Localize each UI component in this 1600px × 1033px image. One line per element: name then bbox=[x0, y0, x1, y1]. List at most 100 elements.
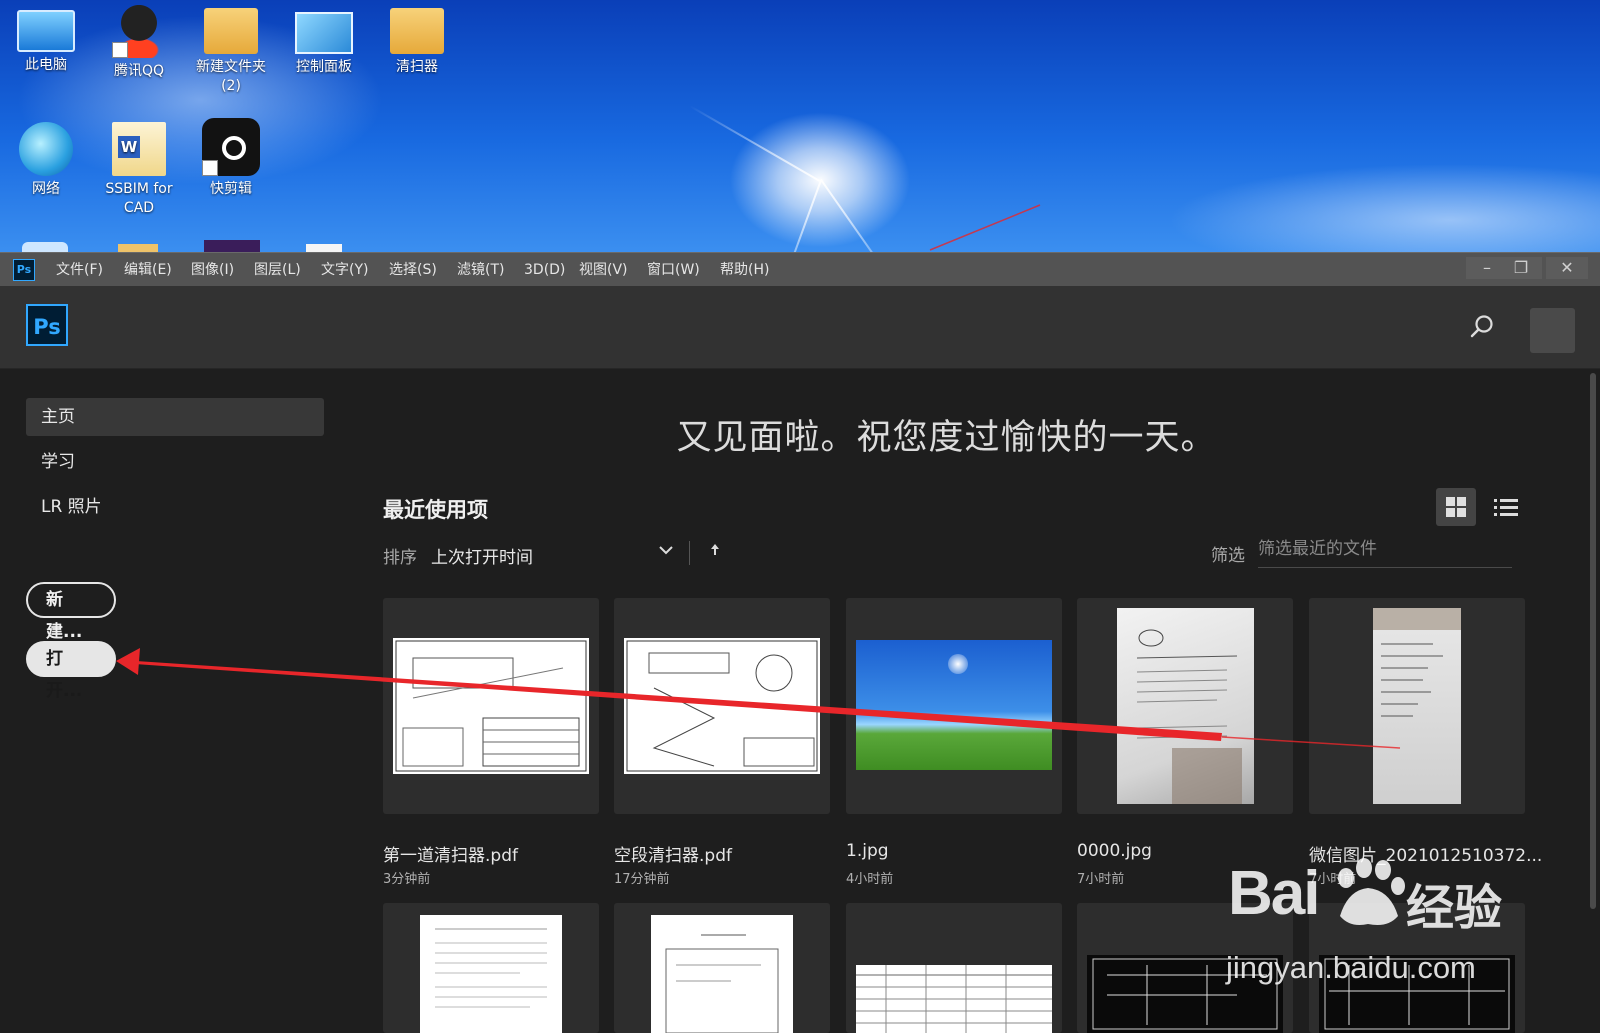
shortcut-arrow-icon bbox=[202, 160, 218, 176]
recent-file-card[interactable] bbox=[846, 903, 1062, 1033]
menu-file[interactable]: 文件(F) bbox=[56, 253, 103, 287]
recent-file-name[interactable]: 第一道清扫器.pdf bbox=[383, 841, 518, 866]
desktop-icon-control-panel[interactable]: 控制面板 bbox=[281, 4, 367, 77]
sun-ray bbox=[689, 105, 820, 182]
menu-layer[interactable]: 图层(L) bbox=[254, 253, 301, 287]
folder-icon bbox=[390, 8, 444, 54]
menu-type[interactable]: 文字(Y) bbox=[321, 253, 368, 287]
list-view-icon bbox=[1494, 499, 1518, 516]
qq-icon bbox=[112, 4, 166, 58]
recent-file-card[interactable] bbox=[614, 598, 830, 814]
menu-window[interactable]: 窗口(W) bbox=[647, 253, 700, 287]
recent-file-card[interactable] bbox=[846, 598, 1062, 814]
desktop-icon-label: 此电脑 bbox=[25, 57, 67, 73]
shortcut-arrow-icon bbox=[112, 42, 128, 58]
desktop-icon-label: 快剪辑 bbox=[210, 181, 252, 197]
avatar[interactable] bbox=[1530, 308, 1575, 353]
this-pc-icon bbox=[17, 10, 75, 52]
menu-filter[interactable]: 滤镜(T) bbox=[457, 253, 504, 287]
recent-file-name[interactable]: 0000.jpg bbox=[1077, 841, 1152, 861]
open-button[interactable]: 打开... bbox=[26, 641, 116, 701]
divider bbox=[689, 541, 690, 565]
network-icon bbox=[19, 122, 73, 176]
recent-file-name[interactable]: 1.jpg bbox=[846, 841, 889, 861]
recent-file-time: 4小时前 bbox=[846, 872, 894, 887]
menu-image[interactable]: 图像(I) bbox=[191, 253, 234, 287]
sun-ray bbox=[768, 180, 822, 252]
folder-icon bbox=[204, 8, 258, 54]
desktop-icon-qq[interactable]: 腾讯QQ bbox=[96, 4, 182, 81]
partial-desktop-icon bbox=[118, 244, 158, 252]
greeting-area: 又见面啦。祝您度过愉快的一天。 bbox=[0, 369, 1600, 469]
document-thumbnail bbox=[420, 915, 562, 1033]
photoshop-menu-bar: Ps 文件(F) 编辑(E) 图像(I) 图层(L) 文字(Y) 选择(S) 滤… bbox=[0, 252, 1600, 287]
sort-label: 排序 bbox=[383, 548, 417, 568]
desktop-icon-sublabel: CAD bbox=[123, 200, 155, 216]
desktop-wallpaper: 此电脑 腾讯QQ 新建文件夹 (2) 控制面板 清扫器 网络 SSBIM for… bbox=[0, 0, 1600, 252]
desktop-icon-label: SSBIM for bbox=[105, 181, 173, 197]
recent-file-time: 3分钟前 bbox=[383, 872, 431, 887]
greeting-text: 又见面啦。祝您度过愉快的一天。 bbox=[676, 418, 1217, 458]
sun-ray bbox=[820, 178, 908, 252]
recent-file-card[interactable] bbox=[614, 903, 830, 1033]
menu-select[interactable]: 选择(S) bbox=[389, 253, 437, 287]
baidu-paw-icon bbox=[1338, 858, 1405, 925]
desktop-icon-this-pc[interactable]: 此电脑 bbox=[3, 4, 89, 75]
watermark-product: 经验 bbox=[1406, 880, 1503, 936]
desktop-icon-label: 网络 bbox=[32, 181, 60, 197]
scrollbar[interactable] bbox=[1590, 373, 1596, 909]
search-icon[interactable] bbox=[1470, 314, 1494, 338]
recent-title: 最近使用项 bbox=[383, 498, 488, 522]
new-button[interactable]: 新建... bbox=[26, 582, 116, 642]
watermark-url: jingyan.baidu.com bbox=[1226, 950, 1476, 985]
recent-file-time: 17分钟前 bbox=[614, 872, 670, 887]
recent-file-name[interactable]: 空段清扫器.pdf bbox=[614, 841, 732, 866]
desktop-icon-sublabel: (2) bbox=[221, 78, 241, 94]
desktop-icon-label: 腾讯QQ bbox=[113, 63, 165, 79]
grid-view-icon bbox=[1446, 497, 1466, 517]
chevron-down-icon[interactable] bbox=[655, 539, 677, 561]
filter-input[interactable] bbox=[1258, 531, 1512, 568]
partial-desktop-icon bbox=[306, 244, 342, 252]
recent-file-card[interactable] bbox=[1077, 598, 1293, 814]
partial-desktop-icon bbox=[204, 240, 260, 252]
desktop-icon-label: 清扫器 bbox=[396, 59, 438, 75]
sidebar-item-lr-photos[interactable]: LR 照片 bbox=[26, 488, 324, 526]
sort-dropdown[interactable]: 上次打开时间 bbox=[431, 543, 533, 568]
pdf-thumbnail bbox=[393, 638, 589, 774]
desktop-icon-new-folder[interactable]: 新建文件夹 (2) bbox=[188, 4, 274, 96]
restore-button[interactable]: ❐ bbox=[1500, 257, 1542, 279]
menu-view[interactable]: 视图(V) bbox=[579, 253, 628, 287]
kuaijianji-icon bbox=[202, 118, 260, 176]
menu-help[interactable]: 帮助(H) bbox=[720, 253, 769, 287]
ps-app-icon[interactable]: Ps bbox=[13, 259, 35, 281]
desktop-icon-ssbim[interactable]: SSBIM for CAD bbox=[96, 122, 182, 218]
filter-label: 筛选 bbox=[1211, 546, 1245, 566]
word-doc-icon bbox=[112, 122, 166, 176]
recent-file-card[interactable] bbox=[383, 903, 599, 1033]
spreadsheet-thumbnail bbox=[856, 965, 1052, 1033]
ps-logo: Ps bbox=[26, 304, 68, 346]
menu-3d[interactable]: 3D(D) bbox=[524, 253, 565, 287]
recent-file-card[interactable] bbox=[1309, 598, 1525, 814]
image-thumbnail bbox=[1117, 608, 1254, 804]
image-thumbnail bbox=[856, 640, 1052, 770]
document-thumbnail bbox=[651, 915, 793, 1033]
image-thumbnail bbox=[1373, 608, 1461, 804]
control-panel-icon bbox=[295, 12, 353, 54]
recent-file-time: 7小时前 bbox=[1077, 872, 1125, 887]
desktop-icon-label: 新建文件夹 bbox=[196, 59, 266, 75]
grid-view-button[interactable] bbox=[1436, 488, 1476, 526]
close-button[interactable]: ✕ bbox=[1546, 257, 1588, 279]
partial-desktop-icon bbox=[22, 242, 68, 252]
menu-edit[interactable]: 编辑(E) bbox=[124, 253, 172, 287]
list-view-button[interactable] bbox=[1488, 488, 1524, 526]
desktop-icon-network[interactable]: 网络 bbox=[3, 122, 89, 199]
desktop-icon-cleaner-folder[interactable]: 清扫器 bbox=[374, 4, 460, 77]
pdf-thumbnail bbox=[624, 638, 820, 774]
desktop-icon-label: 控制面板 bbox=[296, 59, 352, 75]
desktop-icon-kuaijianji[interactable]: 快剪辑 bbox=[188, 118, 274, 199]
recent-file-card[interactable] bbox=[383, 598, 599, 814]
watermark-brand: Bai bbox=[1228, 859, 1320, 928]
sort-ascending-icon[interactable] bbox=[705, 539, 725, 561]
